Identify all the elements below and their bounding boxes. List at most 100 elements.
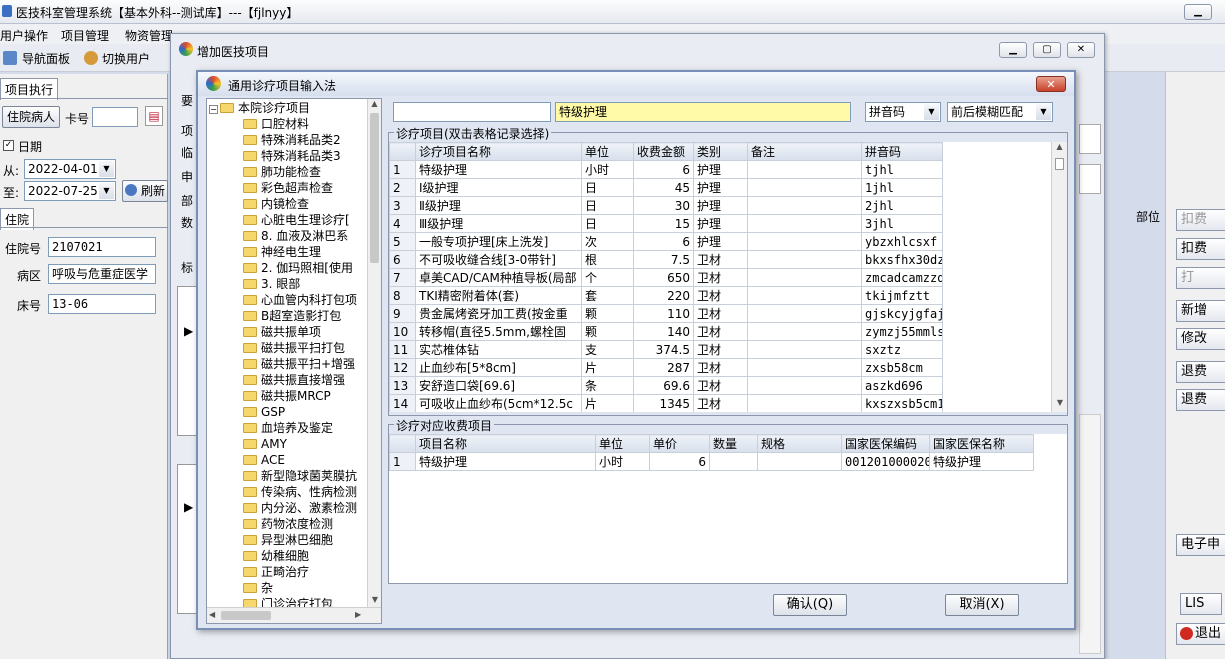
tree-item[interactable]: 特殊消耗品类2	[243, 132, 341, 148]
print-button[interactable]: 打	[1176, 267, 1225, 289]
scroll-down-icon[interactable]: ▼	[368, 595, 381, 607]
items-vertical-scrollbar[interactable]: ▲ ▼	[1051, 142, 1067, 412]
to-date-select[interactable]: 2022-07-25 ▼	[24, 181, 116, 201]
table-row[interactable]: 1 特级护理 小时 6 001201000020 特级护理	[389, 452, 1034, 471]
table-row[interactable]: 11 实芯椎体钻支 374.5 卫材 sxztz	[389, 340, 943, 359]
tab-item-exec[interactable]: 项目执行	[0, 78, 59, 100]
from-date-select[interactable]: 2022-04-01 ▼	[24, 159, 116, 179]
card-input[interactable]	[92, 107, 138, 127]
scroll-right-icon[interactable]: ▶	[355, 610, 361, 619]
table-row[interactable]: 12 止血纱布[5*8cm] 片 287 卫材 zxsb58cm	[389, 358, 943, 377]
search-input[interactable]	[393, 102, 551, 122]
items-column-header[interactable]: 收费金额	[633, 142, 694, 161]
table-row[interactable]: 5 一般专项护理[床上洗发] 次 6 护理 ybzxhlcsxf	[389, 232, 943, 251]
field-box[interactable]	[1079, 124, 1101, 154]
tree-item[interactable]: 彩色超声检查	[243, 180, 333, 196]
table-row[interactable]: 3 Ⅱ级护理日 30 护理 2jhl	[389, 196, 943, 215]
tree-item[interactable]: 磁共振直接增强	[243, 372, 345, 388]
scroll-down-icon[interactable]: ▼	[1052, 398, 1067, 412]
inpatient-button[interactable]: 住院病人	[2, 106, 60, 128]
tree-item[interactable]: 心血管内科打包项	[243, 292, 357, 308]
fee-column-header[interactable]: 单价	[649, 434, 710, 453]
items-column-header[interactable]: 类别	[693, 142, 748, 161]
items-column-header[interactable]: 诊疗项目名称	[415, 142, 582, 161]
menu-item-mgmt[interactable]: 项目管理	[61, 27, 109, 44]
tree-item[interactable]: 新型隐球菌荚膜抗	[243, 468, 357, 484]
tree-item[interactable]: 心脏电生理诊疗[	[243, 212, 350, 228]
nav-panel-button[interactable]: 导航面板	[22, 50, 70, 67]
items-column-header[interactable]: 拼音码	[861, 142, 943, 161]
deduct-fee-button-1[interactable]: 扣费	[1176, 209, 1225, 231]
refund-button-1[interactable]: 退费	[1176, 361, 1225, 383]
cancel-button[interactable]: 取消(X)	[945, 594, 1019, 616]
tree-item[interactable]: 药物浓度检测	[243, 516, 333, 532]
add-new-button[interactable]: 新增	[1176, 300, 1225, 322]
table-row[interactable]: 8 TKI精密附着体(套) 套 220 卫材 tkijmfztt	[389, 286, 943, 305]
tree-horizontal-scrollbar[interactable]: ◀ ▶	[207, 607, 381, 623]
fee-column-header[interactable]: 国家医保名称	[929, 434, 1034, 453]
fee-column-header[interactable]: 国家医保编码	[841, 434, 930, 453]
items-column-header[interactable]: 备注	[747, 142, 862, 161]
table-row[interactable]: 13 安舒造口袋[69.6] 条 69.6 卫材 aszkd696	[389, 376, 943, 395]
scroll-up-icon[interactable]: ▲	[368, 99, 381, 111]
scroll-up-icon[interactable]: ▲	[1052, 142, 1067, 156]
tree-item[interactable]: 神经电生理	[243, 244, 321, 260]
table-row[interactable]: 1 特级护理 小时 6 护理 tjhl	[389, 160, 943, 179]
tree-item[interactable]: 特殊消耗品类3	[243, 148, 341, 164]
inpatient-no-field[interactable]: 2107021	[48, 237, 156, 257]
table-row[interactable]: 2 Ⅰ级护理日 45 护理 1jhl	[389, 178, 943, 197]
switch-user-button[interactable]: 切换用户	[102, 50, 150, 67]
tree-vertical-scrollbar[interactable]: ▲ ▼	[367, 99, 381, 607]
fee-column-header[interactable]: 单位	[595, 434, 650, 453]
tree-root[interactable]: − 本院诊疗项目	[209, 100, 310, 116]
tree-item[interactable]: 3. 眼部	[243, 276, 300, 292]
tree-item[interactable]: 2. 伽玛照相[使用	[243, 260, 353, 276]
ward-field[interactable]: 呼吸与危重症医学	[48, 264, 156, 284]
category-tree[interactable]: − 本院诊疗项目 口腔材料 特殊消耗品类2 特殊消耗品类3 肺功能检查 彩色超声检查 内镜检…	[206, 98, 382, 624]
fee-column-header[interactable]	[389, 434, 416, 453]
card-reader-icon[interactable]: ▤	[145, 106, 163, 126]
table-row[interactable]: 4 Ⅲ级护理日 15 护理 3jhl	[389, 214, 943, 233]
menu-user-ops[interactable]: 用户操作	[0, 27, 48, 44]
vertical-scrollbar[interactable]	[1079, 414, 1101, 654]
selected-item-field[interactable]: 特级护理	[555, 102, 851, 122]
scroll-thumb[interactable]	[370, 113, 379, 263]
fee-column-header[interactable]: 数量	[709, 434, 758, 453]
fee-column-header[interactable]: 项目名称	[415, 434, 596, 453]
fee-column-header[interactable]: 规格	[757, 434, 842, 453]
bed-field[interactable]: 13-06	[48, 294, 156, 314]
table-row[interactable]: 10 转移帽(直径5.5mm,螺栓固颗 140 卫材 zymzj55mmls	[389, 322, 943, 341]
match-mode-select[interactable]: 前后模糊匹配 ▼	[947, 102, 1053, 122]
tree-item[interactable]: 口腔材料	[243, 116, 309, 132]
items-column-header[interactable]: 单位	[581, 142, 634, 161]
field-box[interactable]	[1079, 164, 1101, 194]
code-type-select[interactable]: 拼音码 ▼	[865, 102, 941, 122]
items-column-header[interactable]	[389, 142, 416, 161]
tree-item[interactable]: 传染病、性病检测	[243, 484, 357, 500]
tree-item[interactable]: 磁共振平扫+增强	[243, 356, 355, 372]
scroll-left-icon[interactable]: ◀	[209, 610, 215, 619]
tree-item[interactable]: 磁共振平扫打包	[243, 340, 345, 356]
tree-item[interactable]: B超室造影打包	[243, 308, 341, 324]
refund-button-2[interactable]: 退费	[1176, 389, 1225, 411]
modify-button[interactable]: 修改	[1176, 328, 1225, 350]
scroll-thumb[interactable]	[221, 611, 271, 620]
date-checkbox[interactable]: ✓	[3, 140, 14, 151]
tree-item[interactable]: 8. 血液及淋巴系	[243, 228, 348, 244]
scroll-thumb[interactable]	[1055, 158, 1064, 170]
tree-item[interactable]: 杂	[243, 580, 273, 596]
tree-item[interactable]: 肺功能检查	[243, 164, 321, 180]
tree-item[interactable]: ACE	[243, 452, 285, 468]
close-icon[interactable]: ✕	[1067, 42, 1095, 58]
deduct-fee-button-2[interactable]: 扣费	[1176, 238, 1225, 260]
table-row[interactable]: 7 卓美CAD/CAM种植导板(局部个 650 卫材 zmcadcamzzd	[389, 268, 943, 287]
table-row[interactable]: 6 不可吸收缝合线[3-0带针] 根 7.5 卫材 bkxsfhx30dz	[389, 250, 943, 269]
tree-item[interactable]: 幼稚细胞	[243, 548, 309, 564]
tree-item[interactable]: 正畸治疗	[243, 564, 309, 580]
collapse-icon[interactable]: −	[209, 105, 218, 114]
tree-item[interactable]: 内镜检查	[243, 196, 309, 212]
maximize-icon[interactable]: ▢	[1033, 42, 1061, 58]
minimize-icon[interactable]: ▁	[1184, 4, 1212, 20]
tree-item[interactable]: AMY	[243, 436, 287, 452]
menu-material-mgmt[interactable]: 物资管理	[125, 27, 173, 44]
